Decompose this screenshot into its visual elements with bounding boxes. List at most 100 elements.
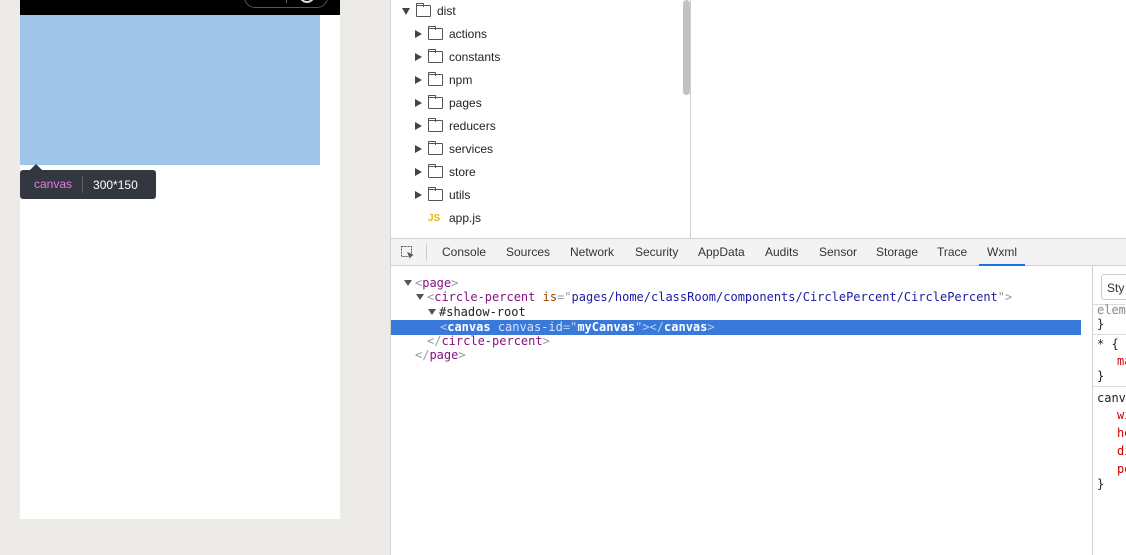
expand-triangle-icon[interactable] — [404, 280, 412, 286]
capsule-divider — [286, 0, 287, 3]
navigation-bar — [20, 0, 340, 15]
styles-divider — [1093, 334, 1126, 335]
collapse-arrow-icon[interactable] — [415, 191, 422, 199]
folder-icon — [428, 187, 443, 201]
tree-item-label: app.js — [449, 211, 482, 225]
folder-icon — [428, 95, 443, 109]
folder-icon — [428, 49, 443, 63]
menu-capsule-button[interactable] — [244, 0, 328, 8]
tab-styles[interactable]: Sty — [1101, 274, 1126, 300]
tag-name: page — [429, 348, 459, 362]
style-property[interactable]: wi — [1117, 407, 1126, 423]
inspect-element-icon[interactable] — [401, 246, 415, 260]
tab-audits[interactable]: Audits — [765, 239, 798, 266]
tab-appdata[interactable]: AppData — [698, 239, 745, 266]
style-property[interactable]: di — [1117, 443, 1126, 459]
tab-security[interactable]: Security — [635, 239, 678, 266]
tree-item-label: actions — [449, 27, 488, 41]
collapse-arrow-icon[interactable] — [415, 168, 422, 176]
dom-node-circle-percent[interactable]: <circle-percent is="pages/home/classRoom… — [416, 290, 1012, 305]
tag-name: page — [422, 276, 452, 290]
expand-arrow-icon[interactable] — [402, 7, 410, 15]
tree-item-label: pages — [449, 96, 482, 110]
tooltip-size: 300*150 — [93, 177, 138, 192]
attr-name: canvas-id — [497, 320, 563, 334]
tab-sources[interactable]: Sources — [506, 239, 550, 266]
dom-node-page[interactable]: <page> — [404, 276, 458, 291]
style-rule-selector: canv — [1097, 391, 1126, 405]
tab-wxml[interactable]: Wxml — [979, 239, 1025, 266]
devtools-tabbar: Console Sources Network Security AppData… — [391, 238, 1126, 266]
simulator-viewport — [20, 0, 340, 519]
style-rule-close: } — [1097, 477, 1105, 491]
styles-panel: Sty elem } * { ma } canv wi he di po } — [1092, 266, 1126, 555]
tree-item-label: npm — [449, 73, 473, 87]
tree-item-services[interactable]: services — [415, 139, 493, 159]
dom-node-page-close[interactable]: </page> — [415, 348, 466, 363]
closing-tag-name: canvas — [664, 320, 708, 334]
tree-item-label: store — [449, 165, 476, 179]
tree-item-npm[interactable]: npm — [415, 70, 472, 90]
styles-divider — [1093, 386, 1126, 387]
tag-name: canvas — [447, 320, 491, 334]
tree-item-pages[interactable]: pages — [415, 93, 482, 113]
tree-item-reducers[interactable]: reducers — [415, 116, 496, 136]
dom-node-canvas-selected[interactable]: <canvas canvas-id="myCanvas"></canvas> — [391, 320, 1081, 335]
style-property[interactable]: po — [1117, 461, 1126, 477]
tree-item-utils[interactable]: utils — [415, 185, 470, 205]
tab-sensor[interactable]: Sensor — [819, 239, 857, 266]
collapse-arrow-icon[interactable] — [415, 145, 422, 153]
style-rule-close: } — [1097, 317, 1105, 331]
collapse-arrow-icon[interactable] — [415, 99, 422, 107]
close-circle-icon[interactable] — [299, 0, 315, 3]
expand-triangle-icon[interactable] — [428, 309, 436, 315]
tree-scrollbar[interactable] — [683, 0, 690, 95]
collapse-arrow-icon[interactable] — [415, 30, 422, 38]
tab-console[interactable]: Console — [442, 239, 486, 266]
dom-node-shadow-root[interactable]: #shadow-root — [428, 305, 526, 320]
collapse-arrow-icon[interactable] — [415, 122, 422, 130]
tag-name: circle-percent — [441, 334, 543, 348]
attr-name: is — [542, 290, 558, 304]
style-rule-close: } — [1097, 369, 1105, 383]
folder-icon — [428, 118, 443, 132]
folder-icon — [428, 26, 443, 40]
tooltip-tag-name: canvas — [20, 176, 84, 193]
canvas-highlight — [20, 15, 320, 165]
tree-item-actions[interactable]: actions — [415, 24, 487, 44]
tab-storage[interactable]: Storage — [876, 239, 918, 266]
collapse-arrow-icon[interactable] — [415, 76, 422, 84]
tree-item-dist[interactable]: dist — [402, 1, 456, 21]
folder-icon — [428, 164, 443, 178]
devtools-panel: dist actions constants npm pages reducer… — [390, 0, 1126, 555]
tree-item-label: utils — [449, 188, 471, 202]
tree-item-label: dist — [437, 4, 456, 18]
tree-item-app-js[interactable]: JS app.js — [428, 208, 481, 228]
shadow-root-label: #shadow-root — [439, 305, 526, 319]
collapse-arrow-icon[interactable] — [415, 53, 422, 61]
dom-node-circle-percent-close[interactable]: </circle-percent> — [427, 334, 550, 349]
tree-item-label: reducers — [449, 119, 496, 133]
style-property[interactable]: he — [1117, 425, 1126, 441]
folder-icon — [428, 141, 443, 155]
style-rule-selector: * { — [1097, 337, 1119, 351]
tree-item-store[interactable]: store — [415, 162, 476, 182]
folder-icon — [428, 72, 443, 86]
wxml-dom-tree: <page> <circle-percent is="pages/home/cl… — [391, 266, 1092, 555]
tree-item-label: constants — [449, 50, 501, 64]
tabbar-divider — [426, 244, 427, 261]
tag-name: circle-percent — [434, 290, 536, 304]
style-property[interactable]: ma — [1117, 353, 1126, 369]
editor-area — [692, 0, 1126, 238]
tab-trace[interactable]: Trace — [937, 239, 967, 266]
expand-triangle-icon[interactable] — [416, 294, 424, 300]
js-file-icon: JS — [428, 212, 441, 224]
file-tree: dist actions constants npm pages reducer… — [391, 0, 691, 238]
attr-value: pages/home/classRoom/components/CirclePe… — [571, 290, 998, 304]
folder-open-icon — [416, 3, 431, 17]
tab-network[interactable]: Network — [570, 239, 614, 266]
tree-item-constants[interactable]: constants — [415, 47, 500, 67]
tree-item-label: services — [449, 142, 494, 156]
attr-value: myCanvas — [577, 320, 636, 334]
element-tooltip: canvas 300*150 — [20, 164, 156, 199]
